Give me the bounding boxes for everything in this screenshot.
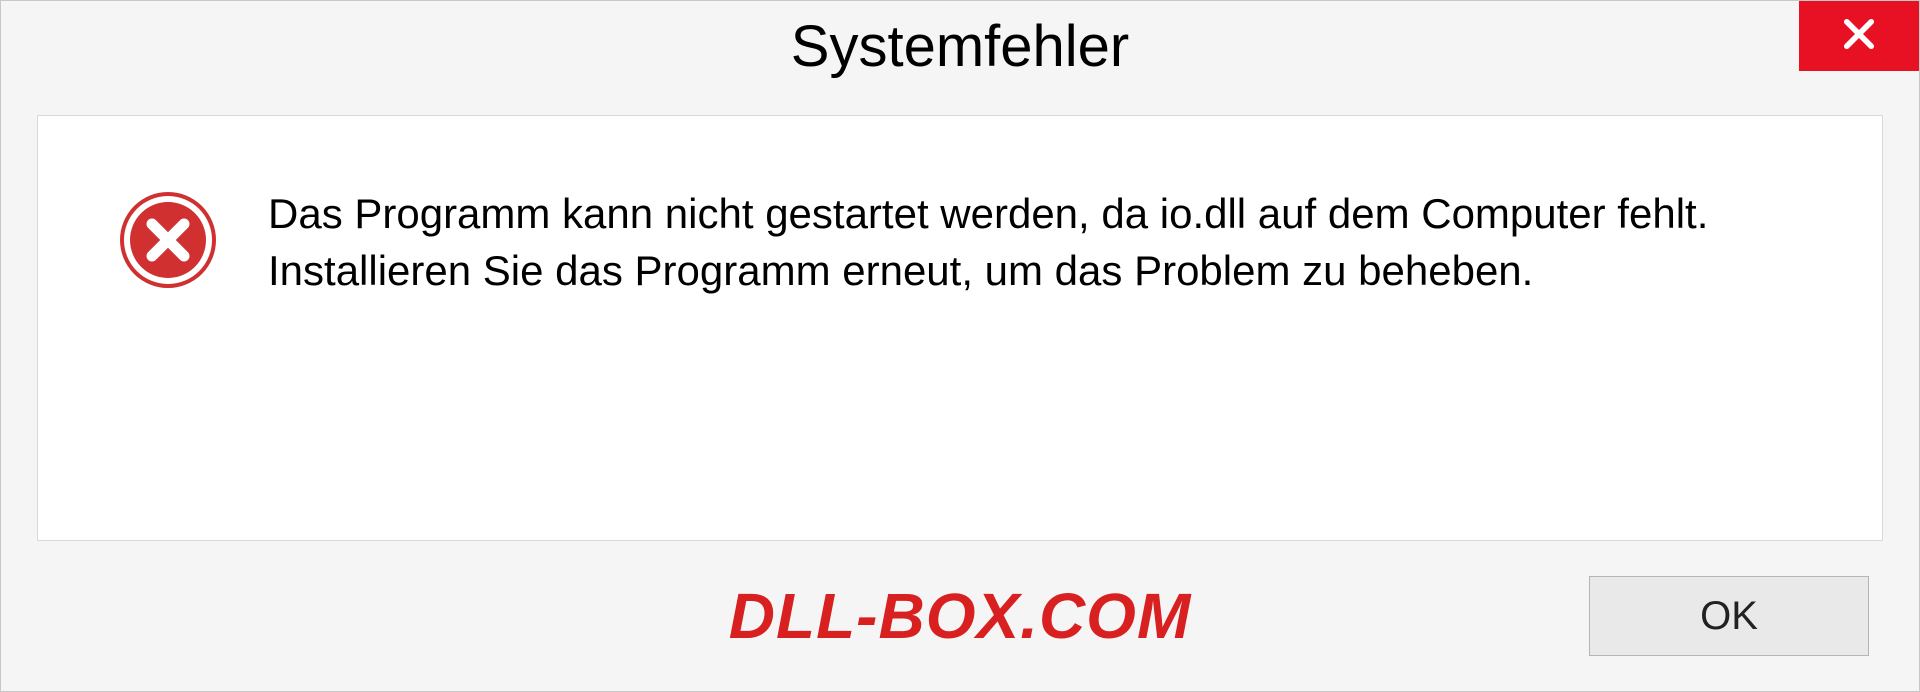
- watermark-text: DLL-BOX.COM: [729, 579, 1192, 653]
- dialog-footer: DLL-BOX.COM OK: [1, 541, 1919, 691]
- error-dialog: Systemfehler Das Programm kann nicht ges…: [0, 0, 1920, 692]
- dialog-title: Systemfehler: [791, 13, 1129, 80]
- ok-button-label: OK: [1700, 594, 1758, 639]
- close-button[interactable]: [1799, 1, 1919, 71]
- close-icon: [1838, 13, 1880, 60]
- ok-button[interactable]: OK: [1589, 576, 1869, 656]
- error-icon: [118, 190, 218, 290]
- error-message: Das Programm kann nicht gestartet werden…: [268, 186, 1822, 299]
- titlebar: Systemfehler: [1, 1, 1919, 91]
- dialog-content: Das Programm kann nicht gestartet werden…: [37, 115, 1883, 541]
